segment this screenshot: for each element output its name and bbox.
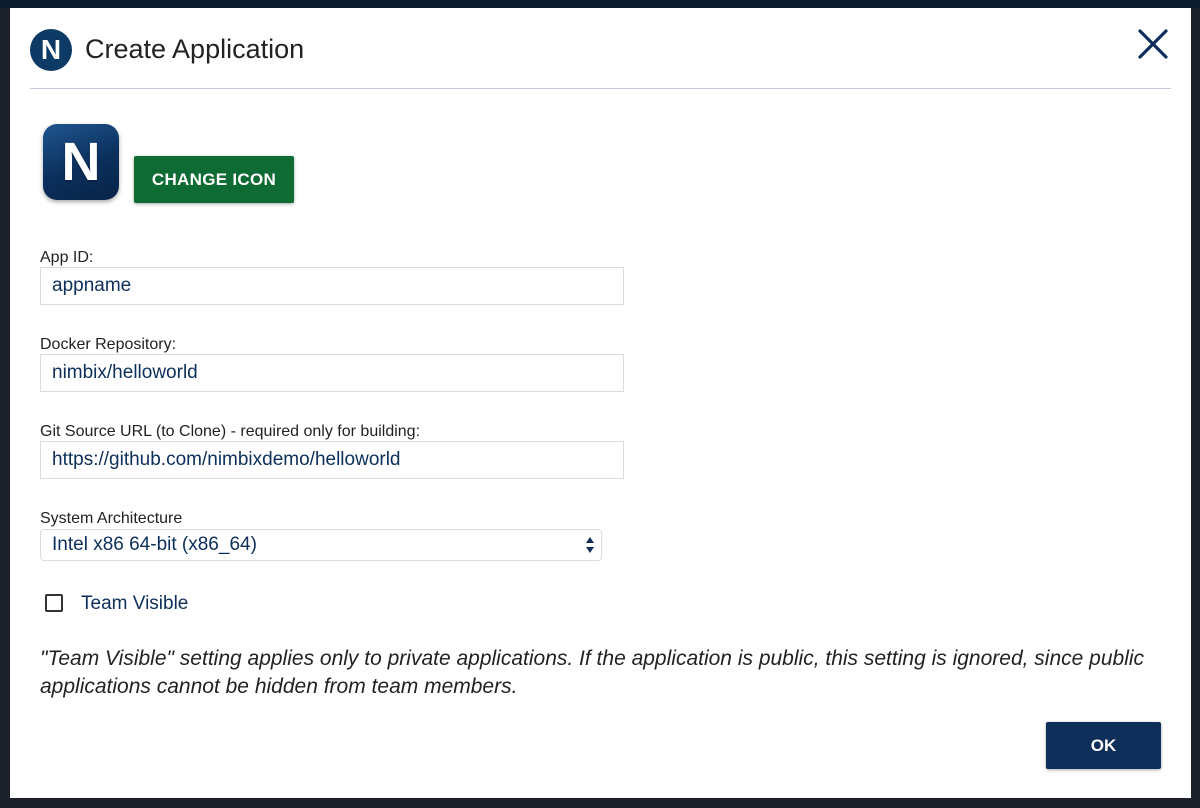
app-icon-preview: N: [43, 124, 119, 200]
close-icon: [1138, 29, 1168, 59]
system-architecture-label: System Architecture: [40, 510, 183, 527]
team-visible-note: "Team Visible" setting applies only to p…: [40, 647, 1145, 698]
app-id-input[interactable]: [40, 267, 624, 305]
system-architecture-value: Intel x86 64-bit (x86_64): [52, 534, 257, 555]
create-application-dialog: N Create Application N CHANGE ICON App I…: [10, 8, 1191, 798]
nimbix-logo-icon: N: [30, 29, 72, 71]
team-visible-checkbox[interactable]: [45, 594, 63, 612]
ok-button[interactable]: OK: [1046, 722, 1161, 769]
docker-repository-input[interactable]: [40, 354, 624, 392]
team-visible-label[interactable]: Team Visible: [81, 593, 188, 615]
app-icon-letter: N: [61, 132, 101, 192]
app-id-label: App ID:: [40, 249, 94, 266]
select-arrows-icon: [586, 537, 594, 553]
dialog-title: Create Application: [85, 34, 305, 64]
dialog-header: N Create Application: [30, 8, 1171, 89]
backdrop-top-band: [0, 0, 1200, 8]
change-icon-button[interactable]: CHANGE ICON: [134, 156, 294, 203]
git-source-url-label: Git Source URL (to Clone) - required onl…: [40, 423, 421, 440]
close-button[interactable]: [1135, 26, 1171, 62]
logo-letter: N: [40, 34, 62, 65]
git-source-url-input[interactable]: [40, 441, 624, 479]
system-architecture-select[interactable]: Intel x86 64-bit (x86_64): [40, 529, 602, 561]
docker-repository-label: Docker Repository:: [40, 336, 177, 353]
